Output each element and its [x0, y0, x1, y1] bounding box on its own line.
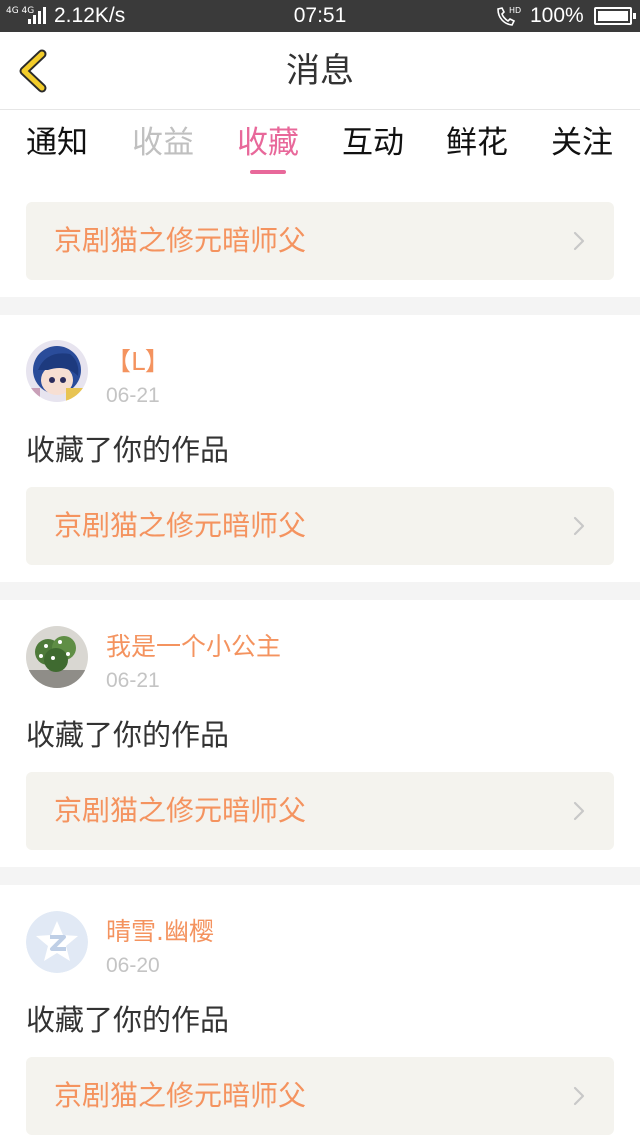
- section-divider: [0, 297, 640, 315]
- nav-header: 消息: [0, 32, 640, 110]
- avatar[interactable]: [26, 626, 88, 688]
- chevron-right-icon: [573, 231, 585, 251]
- username[interactable]: 【L】: [106, 346, 170, 378]
- active-tab-indicator: [250, 170, 286, 174]
- anime-avatar-icon: [26, 340, 88, 402]
- username[interactable]: 我是一个小公主: [106, 631, 281, 663]
- tab-follows[interactable]: 关注: [542, 122, 622, 180]
- avatar[interactable]: [26, 340, 88, 402]
- qq-default-avatar-icon: [26, 911, 88, 973]
- notification-date: 06-20: [106, 954, 160, 977]
- notification-text: 收藏了你的作品: [26, 433, 230, 467]
- work-title: 京剧猫之修元暗师父: [54, 224, 307, 257]
- username[interactable]: 晴雪.幽樱: [106, 916, 214, 948]
- notification-date: 06-21: [106, 669, 160, 692]
- hd-badge: HD: [509, 6, 521, 15]
- tab-interactions[interactable]: 互动: [333, 122, 413, 180]
- notification-text: 收藏了你的作品: [26, 718, 230, 752]
- plant-avatar-icon: [26, 626, 88, 688]
- tab-notifications[interactable]: 通知: [17, 122, 97, 180]
- notification-text: 收藏了你的作品: [26, 1003, 230, 1037]
- tab-earnings[interactable]: 收益: [123, 122, 203, 180]
- hd-call-icon: HD: [494, 4, 522, 28]
- notification-date: 06-21: [106, 384, 160, 407]
- section-divider: [0, 582, 640, 600]
- work-title: 京剧猫之修元暗师父: [54, 1079, 307, 1112]
- status-bar: 4G 4G 2.12K/s 07:51 HD 100%: [0, 0, 640, 32]
- tab-flowers[interactable]: 鲜花: [437, 122, 517, 180]
- work-link-card[interactable]: 京剧猫之修元暗师父: [26, 1057, 614, 1135]
- battery-percent: 100%: [530, 4, 584, 27]
- work-title: 京剧猫之修元暗师父: [54, 794, 307, 827]
- section-divider: [0, 867, 640, 885]
- work-link-card[interactable]: 京剧猫之修元暗师父: [26, 202, 614, 280]
- chevron-right-icon: [573, 1086, 585, 1106]
- page-title: 消息: [286, 51, 354, 91]
- tab-bar: 通知 收益 收藏 互动 鲜花 关注: [0, 112, 640, 182]
- chevron-right-icon: [573, 801, 585, 821]
- work-link-card[interactable]: 京剧猫之修元暗师父: [26, 772, 614, 850]
- avatar[interactable]: [26, 911, 88, 973]
- chevron-right-icon: [573, 516, 585, 536]
- battery-icon: [594, 7, 636, 25]
- work-title: 京剧猫之修元暗师父: [54, 509, 307, 542]
- work-link-card[interactable]: 京剧猫之修元暗师父: [26, 487, 614, 565]
